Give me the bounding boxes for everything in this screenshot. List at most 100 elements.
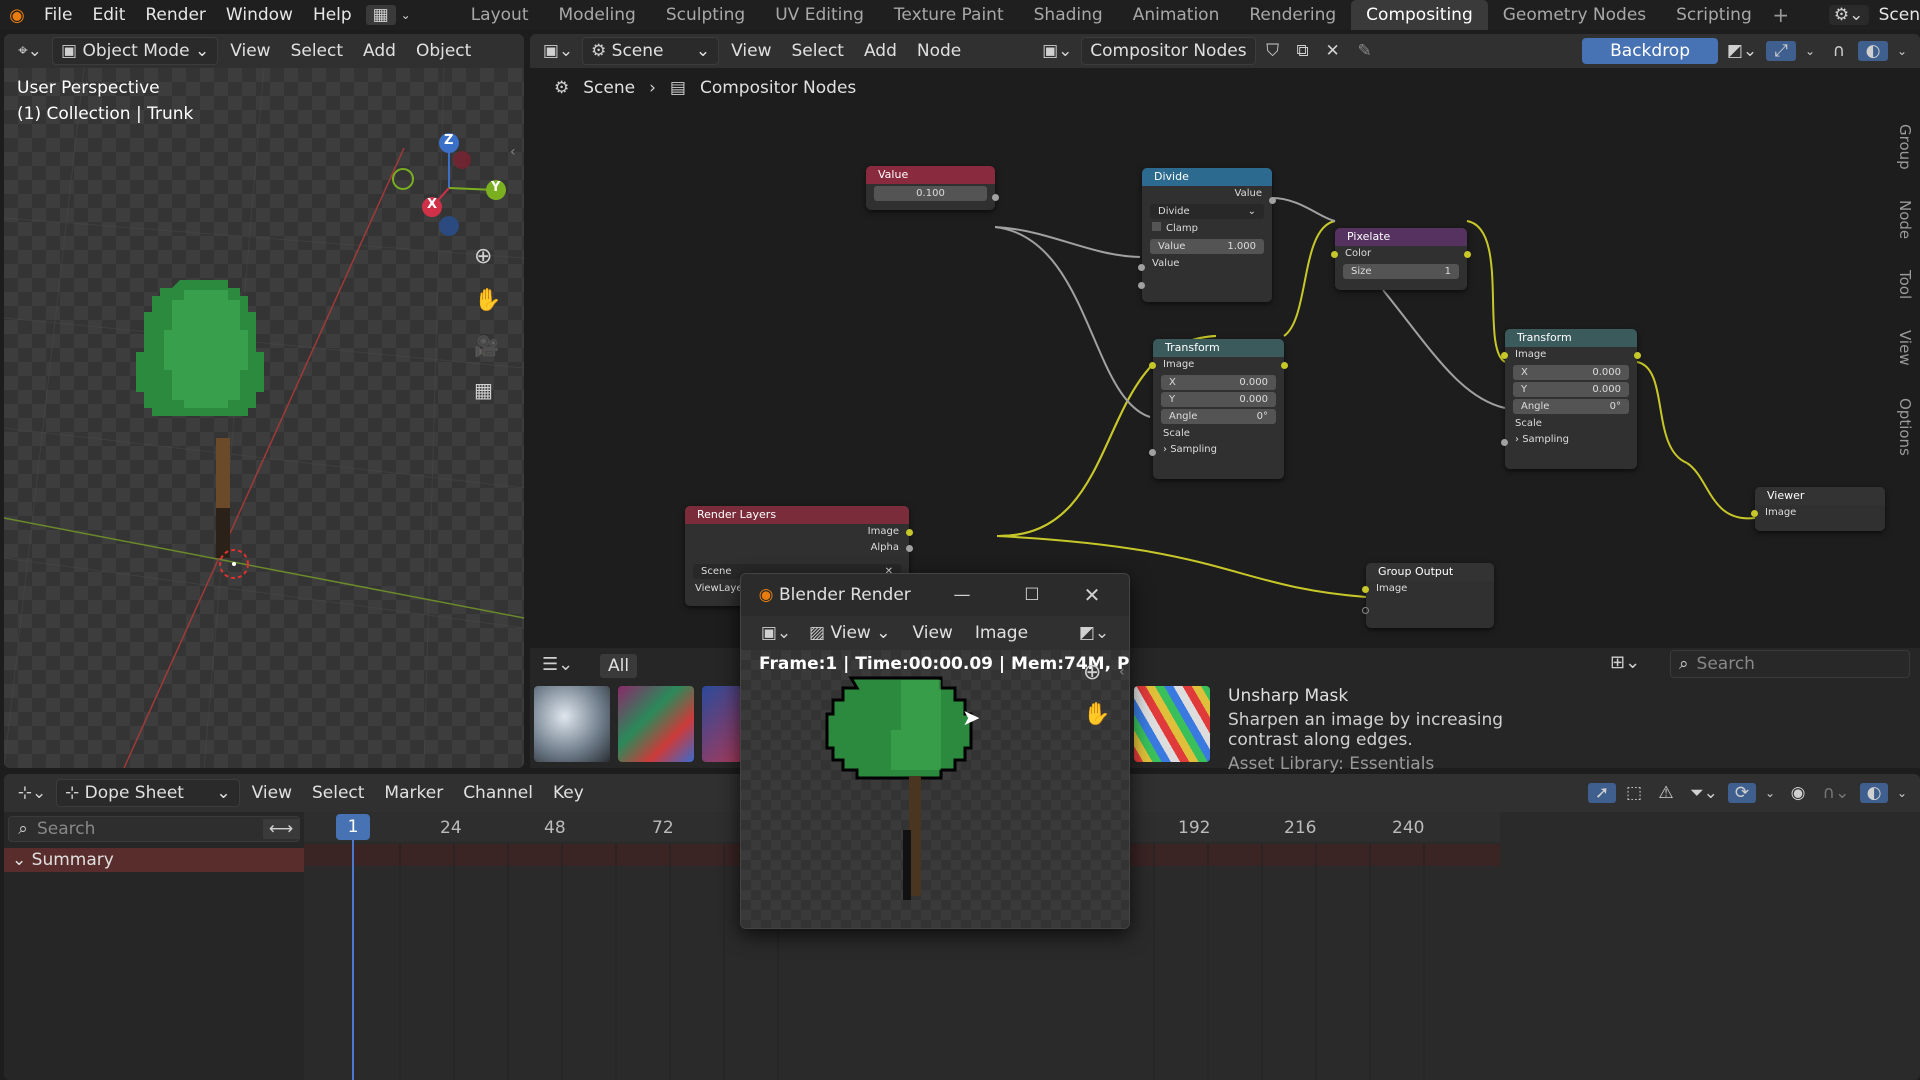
channel-search-field[interactable]: ⌕ Search ⟷: [8, 816, 300, 842]
tab-modeling[interactable]: Modeling: [544, 0, 651, 30]
tab-sculpting[interactable]: Sculpting: [651, 0, 760, 30]
tab-compositing[interactable]: Compositing: [1351, 0, 1488, 30]
snap-icon[interactable]: ⟳: [1728, 783, 1756, 803]
summary-channel-row[interactable]: ⌄ Summary: [4, 848, 304, 872]
show-hidden-icon[interactable]: ⬚: [1620, 783, 1648, 803]
minimize-icon[interactable]: —: [927, 585, 997, 605]
asset-search-field[interactable]: ⌕ Search: [1670, 650, 1910, 678]
falloff-icon[interactable]: ∩⌄: [1816, 783, 1856, 803]
render-menu-image[interactable]: Image: [967, 620, 1036, 646]
editor-type-icon[interactable]: ▣⌄: [538, 41, 578, 61]
add-workspace-icon[interactable]: +: [1767, 3, 1795, 27]
tab-layout[interactable]: Layout: [456, 0, 544, 30]
dopesheet-menu-view[interactable]: View: [244, 780, 300, 806]
input-socket[interactable]: [1501, 352, 1508, 359]
close-icon[interactable]: ✕: [1067, 583, 1117, 607]
editor-type-icon[interactable]: ⌖⌄: [12, 41, 48, 61]
sidebar-tab-view[interactable]: View: [1884, 330, 1914, 366]
input-socket[interactable]: [1362, 607, 1369, 614]
fake-user-shield-icon[interactable]: ⛉: [1260, 41, 1286, 61]
sampling-panel[interactable]: › Sampling: [1153, 442, 1284, 458]
asset-filter-all[interactable]: All: [600, 654, 638, 678]
blender-logo-icon[interactable]: ◉: [0, 5, 34, 26]
node-divide[interactable]: Divide Value Divide ⌄ Clamp Value 1.000 Va…: [1138, 168, 1276, 302]
viewport-menu-view[interactable]: View: [222, 38, 278, 64]
pin-icon[interactable]: ✎: [1350, 41, 1380, 61]
input-socket[interactable]: [1501, 439, 1508, 446]
input-socket[interactable]: [1362, 586, 1369, 593]
render-image-canvas[interactable]: Frame:1 | Time:00:00.09 | Mem:74M, Peak:…: [741, 650, 1129, 928]
image-browse-icon[interactable]: ◩⌄: [1075, 623, 1113, 643]
node-menu-node[interactable]: Node: [909, 38, 969, 64]
value-field[interactable]: 0.100: [874, 186, 987, 201]
close-icon[interactable]: ✕: [1320, 41, 1346, 61]
y-field[interactable]: Y 0.000: [1513, 382, 1629, 397]
zoom-icon[interactable]: ⊕: [1083, 660, 1101, 685]
only-selected-icon[interactable]: ➚: [1588, 783, 1616, 803]
tab-rendering[interactable]: Rendering: [1234, 0, 1351, 30]
tab-uv-editing[interactable]: UV Editing: [760, 0, 879, 30]
render-view-dropdown[interactable]: ▨ View ⌄: [801, 620, 898, 646]
asset-thumbnail[interactable]: [702, 686, 742, 762]
filter-icon[interactable]: ⏷⌄: [1684, 783, 1724, 803]
overlay-icon[interactable]: ◐: [1860, 783, 1888, 803]
backdrop-toggle[interactable]: Backdrop: [1582, 38, 1718, 64]
tab-geometry-nodes[interactable]: Geometry Nodes: [1488, 0, 1661, 30]
output-socket[interactable]: [1464, 251, 1471, 258]
operation-dropdown[interactable]: Divide ⌄: [1150, 204, 1264, 219]
output-socket[interactable]: [992, 194, 999, 201]
overlay-icon[interactable]: ◐: [1858, 41, 1888, 61]
dopesheet-menu-select[interactable]: Select: [304, 780, 372, 806]
menu-help[interactable]: Help: [303, 0, 362, 30]
viewport-canvas[interactable]: User Perspective (1) Collection | Trunk …: [4, 68, 524, 768]
menu-file[interactable]: File: [34, 0, 82, 30]
viewport-menu-select[interactable]: Select: [283, 38, 351, 64]
magnet-icon[interactable]: ∩: [1824, 41, 1854, 61]
render-menu-view[interactable]: View: [904, 620, 960, 646]
viewport-menu-object[interactable]: Object: [408, 38, 479, 64]
node-tree-name[interactable]: Compositor Nodes: [1081, 37, 1256, 65]
node-canvas[interactable]: ⚙ Scene › ▤ Compositor Nodes Value 0.100…: [530, 68, 1920, 674]
asset-thumbnail[interactable]: [618, 686, 694, 762]
chevron-down-icon[interactable]: ⌄: [1760, 786, 1780, 800]
node-value[interactable]: Value 0.100: [866, 166, 999, 210]
dopesheet-menu-marker[interactable]: Marker: [376, 780, 451, 806]
output-socket[interactable]: [906, 545, 913, 552]
chevron-down-icon[interactable]: ⌄: [1800, 44, 1820, 58]
sidebar-tab-tool[interactable]: Tool: [1884, 270, 1914, 299]
grid-perspective-icon[interactable]: ▦: [474, 378, 493, 402]
asset-thumbnail[interactable]: [534, 686, 610, 762]
tab-shading[interactable]: Shading: [1019, 0, 1118, 30]
dopesheet-menu-channel[interactable]: Channel: [455, 780, 541, 806]
proportional-icon[interactable]: ◉: [1784, 783, 1812, 803]
output-socket[interactable]: [1634, 352, 1641, 359]
scene-name[interactable]: Scen: [1869, 0, 1920, 30]
camera-icon[interactable]: 🎥: [474, 334, 499, 358]
collapse-arrow-icon[interactable]: ‹: [510, 144, 516, 160]
sampling-panel[interactable]: › Sampling: [1505, 432, 1637, 448]
asset-thumbnail[interactable]: [1134, 686, 1210, 762]
sidebar-tab-group[interactable]: Group: [1884, 124, 1914, 170]
menu-render[interactable]: Render: [135, 0, 216, 30]
scene-select[interactable]: ⚙ Scene ⌄: [582, 37, 720, 65]
input-socket[interactable]: [1138, 282, 1145, 289]
snap-icon[interactable]: ⤢: [1766, 41, 1796, 61]
hamburger-menu-icon[interactable]: ☰⌄: [542, 654, 573, 675]
tab-animation[interactable]: Animation: [1118, 0, 1235, 30]
node-viewer[interactable]: Viewer Image: [1751, 487, 1885, 531]
node-group-output[interactable]: Group Output Image: [1362, 563, 1494, 628]
node-menu-select[interactable]: Select: [784, 38, 852, 64]
swap-arrows-icon[interactable]: ⟷: [263, 819, 299, 839]
output-socket[interactable]: [1281, 362, 1288, 369]
tab-scripting[interactable]: Scripting: [1661, 0, 1767, 30]
hand-pan-icon[interactable]: ✋: [474, 288, 501, 313]
render-window-titlebar[interactable]: ◉ Blender Render — ☐ ✕: [741, 574, 1129, 616]
x-field[interactable]: X 0.000: [1513, 365, 1629, 380]
input-socket[interactable]: [1331, 251, 1338, 258]
input-socket[interactable]: [1751, 510, 1758, 517]
clamp-checkbox[interactable]: Clamp: [1142, 221, 1272, 237]
sidebar-tab-options[interactable]: Options: [1884, 398, 1914, 456]
mode-select[interactable]: ▣ Object Mode ⌄: [52, 37, 219, 65]
maximize-icon[interactable]: ☐: [997, 585, 1067, 605]
chevron-down-icon[interactable]: ⌄: [1892, 786, 1912, 800]
